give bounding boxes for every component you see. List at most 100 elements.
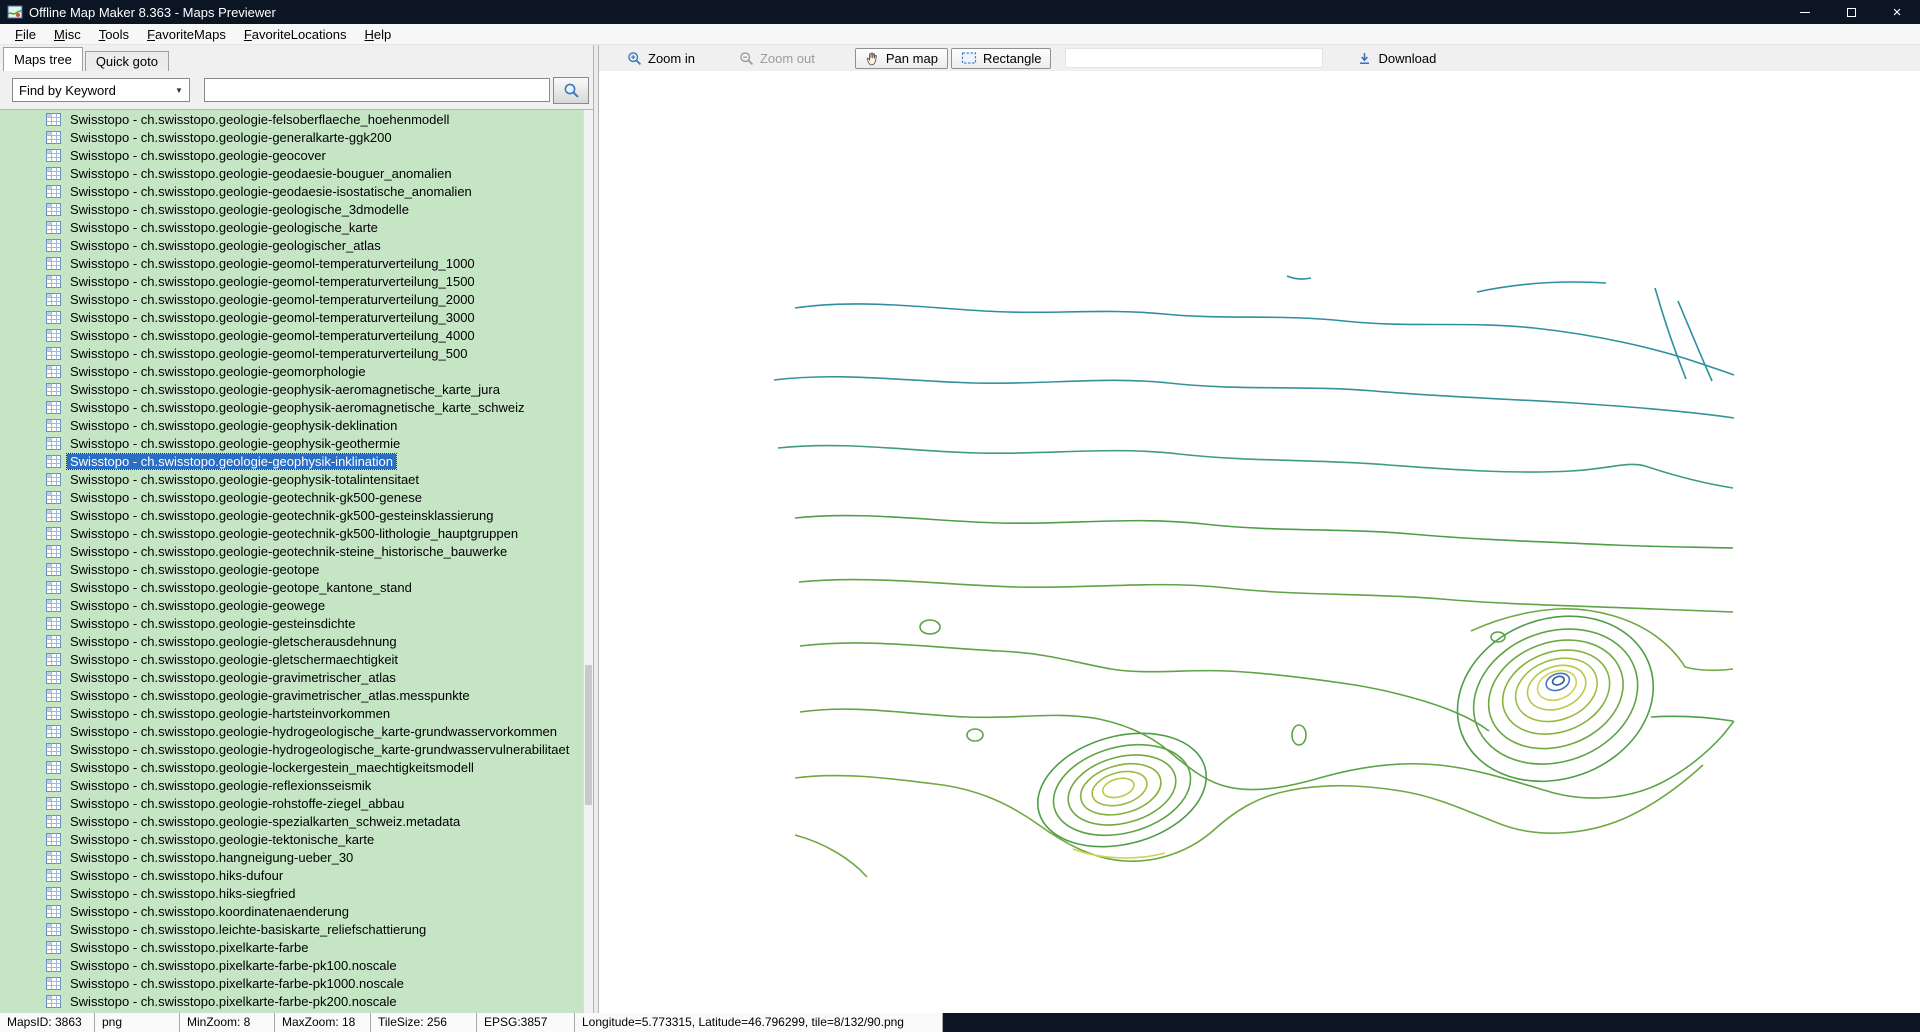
tree-item[interactable]: Swisstopo - ch.swisstopo.geologie-geomol… <box>0 272 583 290</box>
tree-item[interactable]: Swisstopo - ch.swisstopo.geologie-geotop… <box>0 560 583 578</box>
tree-item-label: Swisstopo - ch.swisstopo.geologie-geotop… <box>67 580 415 595</box>
tree-item[interactable]: Swisstopo - ch.swisstopo.leichte-basiska… <box>0 920 583 938</box>
tree-item-label: Swisstopo - ch.swisstopo.geologie-reflex… <box>67 778 374 793</box>
tree-item[interactable]: Swisstopo - ch.swisstopo.geologie-geophy… <box>0 452 583 470</box>
tree-item[interactable]: Swisstopo - ch.swisstopo.hiks-dufour <box>0 866 583 884</box>
maximize-icon <box>1847 8 1856 17</box>
tree-item[interactable]: Swisstopo - ch.swisstopo.geologie-geoweg… <box>0 596 583 614</box>
tree-item[interactable]: Swisstopo - ch.swisstopo.geologie-geotec… <box>0 542 583 560</box>
tree-item[interactable]: Swisstopo - ch.swisstopo.geologie-tekton… <box>0 830 583 848</box>
map-layer-icon <box>46 905 61 918</box>
tree-item[interactable]: Swisstopo - ch.swisstopo.hangneigung-ueb… <box>0 848 583 866</box>
find-mode-select[interactable]: Find by Keyword ▼ <box>12 78 190 102</box>
tree-item[interactable]: Swisstopo - ch.swisstopo.geologie-geodae… <box>0 164 583 182</box>
map-canvas[interactable] <box>599 71 1920 1013</box>
tree-item[interactable]: Swisstopo - ch.swisstopo.geologie-geotop… <box>0 578 583 596</box>
search-button[interactable] <box>553 77 589 104</box>
maximize-button[interactable] <box>1828 0 1874 24</box>
menu-favoritelocations[interactable]: FavoriteLocations <box>235 26 356 43</box>
tree-item[interactable]: Swisstopo - ch.swisstopo.hiks-siegfried <box>0 884 583 902</box>
tree-item[interactable]: Swisstopo - ch.swisstopo.geologie-geophy… <box>0 416 583 434</box>
menu-tools[interactable]: Tools <box>90 26 138 43</box>
tree-item[interactable]: Swisstopo - ch.swisstopo.geologie-hartst… <box>0 704 583 722</box>
download-button[interactable]: Download <box>1349 49 1444 68</box>
tree-item[interactable]: Swisstopo - ch.swisstopo.geologie-geomor… <box>0 362 583 380</box>
tree-item[interactable]: Swisstopo - ch.swisstopo.pixelkarte-farb… <box>0 974 583 992</box>
tree-item-label: Swisstopo - ch.swisstopo.geologie-geomol… <box>67 328 478 343</box>
tree-item[interactable]: Swisstopo - ch.swisstopo.geologie-geolog… <box>0 200 583 218</box>
status-coordinates: Longitude=5.773315, Latitude=46.796299, … <box>575 1013 943 1032</box>
find-mode-value: Find by Keyword <box>13 83 169 98</box>
menu-favoritemaps[interactable]: FavoriteMaps <box>138 26 235 43</box>
tree-item[interactable]: Swisstopo - ch.swisstopo.geologie-genera… <box>0 128 583 146</box>
map-layer-icon <box>46 149 61 162</box>
map-layer-icon <box>46 365 61 378</box>
tree-item-label: Swisstopo - ch.swisstopo.geologie-geotec… <box>67 490 425 505</box>
menu-misc[interactable]: Misc <box>45 26 90 43</box>
tree-item-label: Swisstopo - ch.swisstopo.geologie-geotec… <box>67 526 521 541</box>
tree-item[interactable]: Swisstopo - ch.swisstopo.geologie-gravim… <box>0 668 583 686</box>
tree-item[interactable]: Swisstopo - ch.swisstopo.geologie-geomol… <box>0 344 583 362</box>
tree-item[interactable]: Swisstopo - ch.swisstopo.pixelkarte-farb… <box>0 938 583 956</box>
tree-item[interactable]: Swisstopo - ch.swisstopo.geologie-spezia… <box>0 812 583 830</box>
tree-vertical-scrollbar[interactable] <box>583 110 593 1013</box>
tree-item[interactable]: Swisstopo - ch.swisstopo.geologie-felsob… <box>0 110 583 128</box>
tree-item[interactable]: Swisstopo - ch.swisstopo.geologie-geomol… <box>0 290 583 308</box>
tree-item[interactable]: Swisstopo - ch.swisstopo.geologie-hydrog… <box>0 722 583 740</box>
pan-map-button[interactable]: Pan map <box>855 48 948 69</box>
minimize-button[interactable] <box>1782 0 1828 24</box>
tree-item[interactable]: Swisstopo - ch.swisstopo.geologie-geodae… <box>0 182 583 200</box>
tree-item[interactable]: Swisstopo - ch.swisstopo.pixelkarte-farb… <box>0 956 583 974</box>
tree-item[interactable]: Swisstopo - ch.swisstopo.geologie-geolog… <box>0 236 583 254</box>
search-input[interactable] <box>204 78 550 102</box>
tree-item[interactable]: Swisstopo - ch.swisstopo.geologie-geotec… <box>0 506 583 524</box>
map-layer-icon <box>46 761 61 774</box>
menu-help[interactable]: Help <box>355 26 400 43</box>
tree-item[interactable]: Swisstopo - ch.swisstopo.geologie-geomol… <box>0 254 583 272</box>
tree-item[interactable]: Swisstopo - ch.swisstopo.geologie-geophy… <box>0 470 583 488</box>
tab-maps-tree[interactable]: Maps tree <box>3 47 83 71</box>
tree-item[interactable]: Swisstopo - ch.swisstopo.geologie-gletsc… <box>0 650 583 668</box>
tree-item-label: Swisstopo - ch.swisstopo.geologie-geotec… <box>67 508 496 523</box>
tree-item[interactable]: Swisstopo - ch.swisstopo.geologie-geocov… <box>0 146 583 164</box>
tree-item[interactable]: Swisstopo - ch.swisstopo.geologie-geolog… <box>0 218 583 236</box>
tree-item[interactable]: Swisstopo - ch.swisstopo.pixelkarte-farb… <box>0 992 583 1010</box>
tree-item[interactable]: Swisstopo - ch.swisstopo.geologie-geotec… <box>0 488 583 506</box>
tree-item[interactable]: Swisstopo - ch.swisstopo.geologie-geomol… <box>0 326 583 344</box>
tree-item[interactable]: Swisstopo - ch.swisstopo.geologie-hydrog… <box>0 740 583 758</box>
tab-quick-goto[interactable]: Quick goto <box>85 51 169 71</box>
zoom-in-button[interactable]: Zoom in <box>619 49 703 68</box>
tree-item[interactable]: Swisstopo - ch.swisstopo.geologie-gletsc… <box>0 632 583 650</box>
tree-item[interactable]: Swisstopo - ch.swisstopo.geologie-geotec… <box>0 524 583 542</box>
close-button[interactable]: × <box>1874 0 1920 24</box>
tree-item[interactable]: Swisstopo - ch.swisstopo.geologie-locker… <box>0 758 583 776</box>
map-layer-icon <box>46 293 61 306</box>
tree-item[interactable]: Swisstopo - ch.swisstopo.koordinatenaend… <box>0 902 583 920</box>
tree-item[interactable]: Swisstopo - ch.swisstopo.geologie-geophy… <box>0 380 583 398</box>
menu-file[interactable]: File <box>6 26 45 43</box>
tree-item-label: Swisstopo - ch.swisstopo.hangneigung-ueb… <box>67 850 356 865</box>
map-layer-icon <box>46 995 61 1008</box>
zoom-out-button[interactable]: Zoom out <box>731 49 823 68</box>
tree-item[interactable]: Swisstopo - ch.swisstopo.geologie-gravim… <box>0 686 583 704</box>
map-layer-icon <box>46 653 61 666</box>
contour-map <box>599 71 1920 1013</box>
coordinate-box[interactable] <box>1065 48 1323 68</box>
main-content: Maps tree Quick goto Find by Keyword ▼ S… <box>0 45 1920 1013</box>
map-layer-icon <box>46 473 61 486</box>
tree-item-label: Swisstopo - ch.swisstopo.geologie-hydrog… <box>67 742 572 757</box>
tree-item[interactable]: Swisstopo - ch.swisstopo.geologie-reflex… <box>0 776 583 794</box>
tree-item[interactable]: Swisstopo - ch.swisstopo.geologie-geophy… <box>0 398 583 416</box>
tree-item[interactable]: Swisstopo - ch.swisstopo.geologie-geophy… <box>0 434 583 452</box>
tree-item[interactable]: Swisstopo - ch.swisstopo.geologie-gestei… <box>0 614 583 632</box>
tree-item[interactable]: Swisstopo - ch.swisstopo.geologie-rohsto… <box>0 794 583 812</box>
search-row: Find by Keyword ▼ <box>0 71 593 109</box>
tree-item[interactable]: Swisstopo - ch.swisstopo.geologie-geomol… <box>0 308 583 326</box>
scrollbar-thumb[interactable] <box>585 665 592 805</box>
rectangle-select-button[interactable]: Rectangle <box>951 48 1052 69</box>
tree-item-label: Swisstopo - ch.swisstopo.pixelkarte-farb… <box>67 994 400 1009</box>
map-layer-icon <box>46 401 61 414</box>
tree-item-label: Swisstopo - ch.swisstopo.geologie-geophy… <box>67 472 422 487</box>
map-layer-icon <box>46 131 61 144</box>
tree-item-label: Swisstopo - ch.swisstopo.pixelkarte-farb… <box>67 958 400 973</box>
